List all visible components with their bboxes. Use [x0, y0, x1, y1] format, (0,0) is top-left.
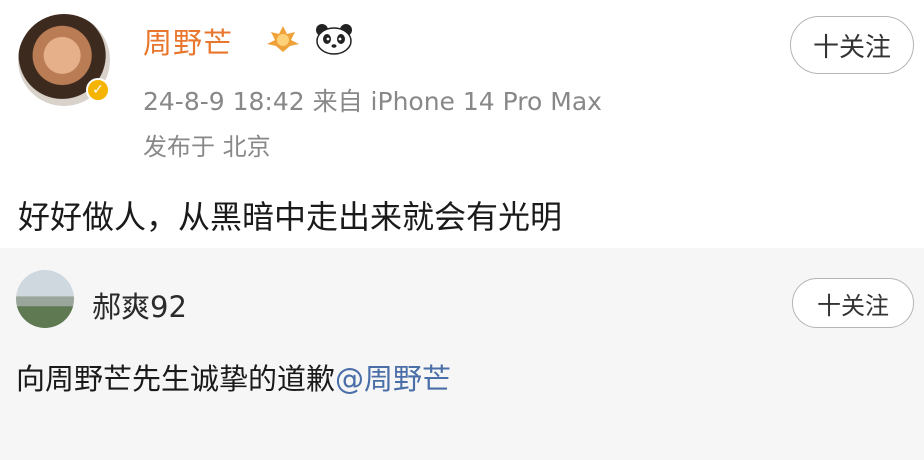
post-meta: 24-8-9 18:42 来自 iPhone 14 Pro Max: [143, 87, 602, 116]
post-location: 发布于 北京: [143, 133, 271, 161]
comment-body: 向周野芒先生诚挚的道歉: [16, 362, 336, 396]
author-avatar[interactable]: ✓: [18, 14, 110, 106]
post-content: 好好做人，从黑暗中走出来就会有光明: [18, 198, 563, 236]
mention-link[interactable]: @周野芒: [335, 362, 451, 396]
comment-text: 向周野芒先生诚挚的道歉@周野芒: [16, 356, 451, 398]
medal-icon: [267, 26, 299, 52]
comment-card: 郝爽92 十关注 向周野芒先生诚挚的道歉@周野芒: [0, 248, 924, 460]
commenter-avatar[interactable]: [16, 270, 74, 328]
weibo-post: ✓ 周野芒 24-8-9 18:42 来自 iPhone 14 Pro Max …: [0, 0, 924, 248]
commenter-follow-button[interactable]: 十关注: [792, 278, 914, 328]
follow-button[interactable]: 十关注: [790, 16, 914, 74]
panda-icon: [316, 24, 352, 55]
author-name[interactable]: 周野芒: [143, 20, 233, 62]
commenter-name[interactable]: 郝爽92: [92, 284, 187, 326]
verified-badge-icon: ✓: [86, 78, 110, 102]
